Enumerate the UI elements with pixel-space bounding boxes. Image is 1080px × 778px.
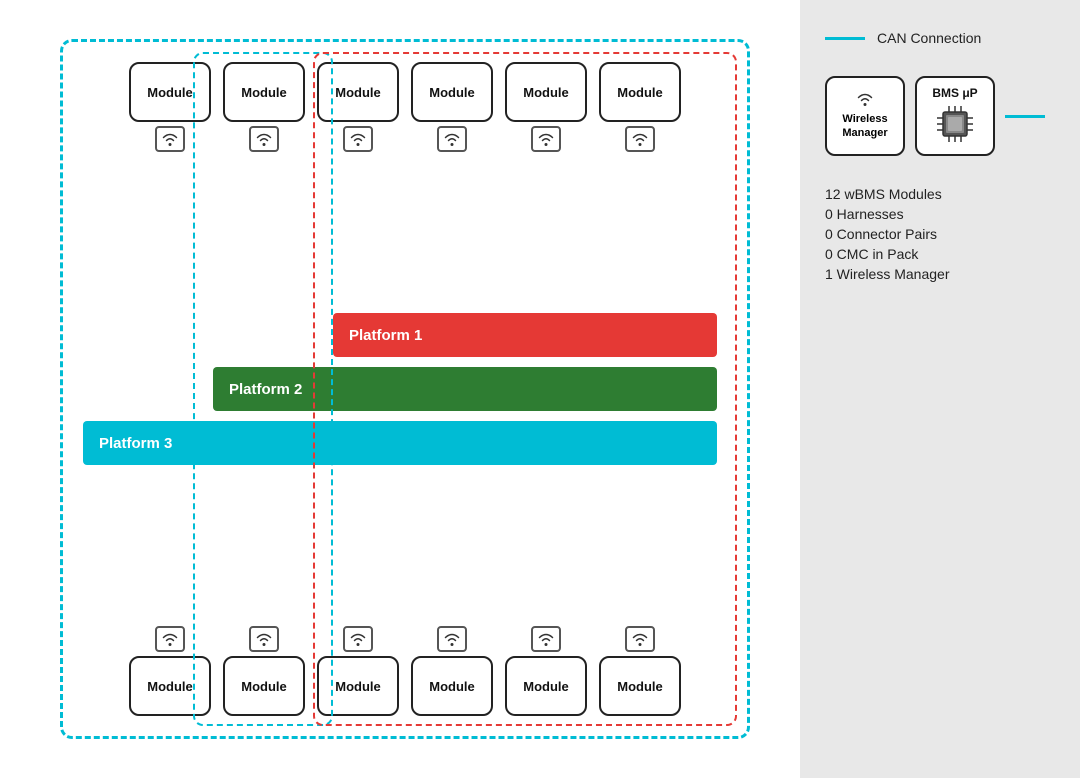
- module-rect: Module: [411, 656, 493, 716]
- wifi-icon: [437, 626, 467, 652]
- module-box-bottom-5: Module: [505, 626, 587, 716]
- module-rect: Module: [317, 62, 399, 122]
- wifi-icon: [437, 126, 467, 152]
- platform1-bar: Platform 1: [333, 313, 717, 357]
- wifi-icon: [343, 126, 373, 152]
- can-connection-line: [1005, 115, 1045, 118]
- module-box-top-6: Module: [599, 62, 681, 152]
- module-rect: Module: [505, 62, 587, 122]
- wifi-icon: [625, 126, 655, 152]
- module-box-bottom-6: Module: [599, 626, 681, 716]
- module-rect: Module: [129, 62, 211, 122]
- wireless-manager-label: WirelessManager: [842, 112, 887, 141]
- stats-list: 12 wBMS Modules 0 Harnesses 0 Connector …: [825, 186, 1055, 282]
- module-rect: Module: [129, 656, 211, 716]
- module-box-bottom-2: Module: [223, 626, 305, 716]
- diagram-content: Module Module: [83, 62, 727, 716]
- stat-label-4: 1 Wireless Manager: [825, 266, 950, 282]
- bms-chip-label: BMS μP: [932, 86, 977, 100]
- top-modules-row: Module Module: [83, 62, 727, 152]
- stat-label-3: 0 CMC in Pack: [825, 246, 918, 262]
- platform2-bar: Platform 2: [213, 367, 717, 411]
- stat-harnesses: 0 Harnesses: [825, 206, 1055, 222]
- module-rect: Module: [599, 656, 681, 716]
- wifi-icon: [249, 626, 279, 652]
- module-box-bottom-4: Module: [411, 626, 493, 716]
- stat-wbms-modules: 12 wBMS Modules: [825, 186, 1055, 202]
- stat-connector-pairs: 0 Connector Pairs: [825, 226, 1055, 242]
- chip-icon: [933, 102, 977, 146]
- wifi-icon: [531, 626, 561, 652]
- module-rect: Module: [223, 656, 305, 716]
- module-box-top-5: Module: [505, 62, 587, 152]
- bms-diagram: WirelessManager BMS μP: [825, 76, 1055, 156]
- legend-row: CAN Connection: [825, 30, 1055, 46]
- main-diagram: Module Module: [0, 0, 800, 778]
- wifi-icon: [343, 626, 373, 652]
- wifi-icon: [155, 626, 185, 652]
- legend-label: CAN Connection: [877, 30, 981, 46]
- platforms-area: Platform 1 Platform 2 Platform 3: [83, 313, 727, 465]
- module-box-top-1: Module: [129, 62, 211, 152]
- stat-wireless-manager: 1 Wireless Manager: [825, 266, 1055, 282]
- module-rect: Module: [411, 62, 493, 122]
- legend-line: [825, 37, 865, 40]
- wifi-icon: [155, 126, 185, 152]
- module-rect: Module: [317, 656, 399, 716]
- module-box-top-3: Module: [317, 62, 399, 152]
- module-box-bottom-1: Module: [129, 626, 211, 716]
- platform3-label: Platform 3: [99, 435, 172, 452]
- stat-cmc-in-pack: 0 CMC in Pack: [825, 246, 1055, 262]
- stat-label-1: 0 Harnesses: [825, 206, 904, 222]
- bottom-modules-row: Module Module: [83, 626, 727, 716]
- module-rect: Module: [599, 62, 681, 122]
- platform2-label: Platform 2: [229, 381, 302, 398]
- stat-label-0: 12 wBMS Modules: [825, 186, 942, 202]
- wifi-icon: [249, 126, 279, 152]
- wifi-icon: [625, 626, 655, 652]
- module-rect: Module: [223, 62, 305, 122]
- platform3-bar: Platform 3: [83, 421, 717, 465]
- sidebar: CAN Connection WirelessManager BMS μP: [800, 0, 1080, 778]
- module-rect: Module: [505, 656, 587, 716]
- bms-chip-box: BMS μP: [915, 76, 995, 156]
- module-box-bottom-3: Module: [317, 626, 399, 716]
- stat-label-2: 0 Connector Pairs: [825, 226, 937, 242]
- outer-border: Module Module: [60, 39, 750, 739]
- wireless-manager-box: WirelessManager: [825, 76, 905, 156]
- platform1-label: Platform 1: [349, 327, 422, 344]
- module-box-top-2: Module: [223, 62, 305, 152]
- wifi-icon: [531, 126, 561, 152]
- module-box-top-4: Module: [411, 62, 493, 152]
